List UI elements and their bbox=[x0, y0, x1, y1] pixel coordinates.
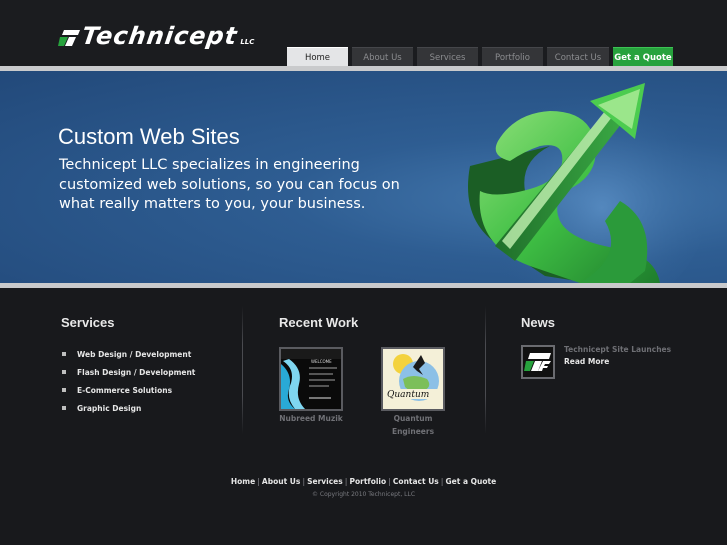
nav-services[interactable]: Services bbox=[417, 47, 478, 67]
footer-link-get-a-quote[interactable]: Get a Quote bbox=[446, 477, 497, 486]
nubreed-thumb-text: WELCOME bbox=[311, 359, 332, 364]
portfolio-thumb-quantum[interactable]: Quantum bbox=[381, 347, 445, 411]
nav-get-a-quote[interactable]: Get a Quote bbox=[613, 47, 673, 67]
footer-separator: | bbox=[440, 477, 444, 486]
footer-separator: | bbox=[344, 477, 348, 486]
services-list: Web Design / Development Flash Design / … bbox=[62, 345, 195, 417]
news-read-more-link[interactable]: Read More bbox=[564, 357, 609, 366]
logo[interactable]: Technicept LLC bbox=[58, 20, 255, 50]
main-nav: Home About Us Services Portfolio Contact… bbox=[287, 47, 673, 67]
bullet-icon bbox=[62, 388, 66, 392]
dollar-arrow-graphic bbox=[468, 76, 710, 283]
service-graphic-design[interactable]: Graphic Design bbox=[77, 404, 141, 413]
logo-mark-icon bbox=[58, 30, 80, 46]
nav-home[interactable]: Home bbox=[287, 47, 348, 67]
news-logo[interactable] bbox=[521, 345, 555, 379]
quantum-thumbnail-image: Quantum bbox=[383, 349, 443, 409]
portfolio-thumb-nubreed[interactable]: WELCOME bbox=[279, 347, 343, 411]
bullet-icon bbox=[62, 352, 66, 356]
footer-link-contact-us[interactable]: Contact Us bbox=[393, 477, 439, 486]
list-item[interactable]: Graphic Design bbox=[62, 399, 195, 417]
logo-text: Technicept bbox=[80, 22, 240, 50]
nav-about-us[interactable]: About Us bbox=[352, 47, 413, 67]
service-flash-design[interactable]: Flash Design / Development bbox=[77, 368, 195, 377]
list-item[interactable]: Web Design / Development bbox=[62, 345, 195, 363]
list-item[interactable]: E-Commerce Solutions bbox=[62, 381, 195, 399]
bullet-icon bbox=[62, 406, 66, 410]
footer-separator: | bbox=[302, 477, 306, 486]
nav-contact-us[interactable]: Contact Us bbox=[547, 47, 609, 67]
hero-title: Custom Web Sites bbox=[58, 124, 240, 149]
bullet-icon bbox=[62, 370, 66, 374]
news-title: News bbox=[521, 315, 555, 330]
footer-separator: | bbox=[388, 477, 391, 486]
caption-line-1: Quantum bbox=[393, 414, 433, 423]
portfolio-caption-quantum[interactable]: Quantum Engineers bbox=[374, 413, 452, 438]
hero-text: Technicept LLC specializes in engineerin… bbox=[59, 157, 400, 212]
service-web-design[interactable]: Web Design / Development bbox=[77, 350, 191, 359]
nav-portfolio[interactable]: Portfolio bbox=[482, 47, 543, 67]
footer-nav: Home | About Us | Services | Portfolio | Contact… bbox=[0, 477, 727, 486]
site-header: Technicept LLC Home About Us Services Po… bbox=[0, 0, 727, 68]
footer-link-portfolio[interactable]: Portfolio bbox=[350, 477, 387, 486]
hero-banner: Custom Web Sites Technicept LLC speciali… bbox=[0, 71, 727, 283]
quantum-thumb-text: Quantum bbox=[387, 390, 429, 400]
footer-separator: | bbox=[257, 477, 260, 486]
caption-line-2: Engineers bbox=[391, 426, 435, 436]
service-ecommerce[interactable]: E-Commerce Solutions bbox=[77, 386, 172, 395]
logo-suffix: LLC bbox=[240, 38, 255, 46]
technicept-logo-icon bbox=[524, 353, 551, 371]
column-divider bbox=[485, 306, 486, 434]
services-title: Services bbox=[61, 315, 115, 330]
list-item[interactable]: Flash Design / Development bbox=[62, 363, 195, 381]
column-divider bbox=[242, 306, 243, 434]
news-headline[interactable]: Technicept Site Launches bbox=[564, 345, 671, 354]
footer-copyright: © Copyright 2010 Technicept, LLC bbox=[311, 491, 416, 498]
footer-link-about-us[interactable]: About Us bbox=[262, 477, 300, 486]
recent-work-title: Recent Work bbox=[279, 315, 359, 330]
nubreed-thumbnail-image: WELCOME bbox=[281, 349, 341, 409]
footer-link-home[interactable]: Home bbox=[231, 477, 255, 486]
portfolio-caption-nubreed[interactable]: Nubreed Muzik bbox=[272, 413, 350, 426]
footer-link-services[interactable]: Services bbox=[307, 477, 343, 486]
hero-bottom-border bbox=[0, 283, 727, 288]
